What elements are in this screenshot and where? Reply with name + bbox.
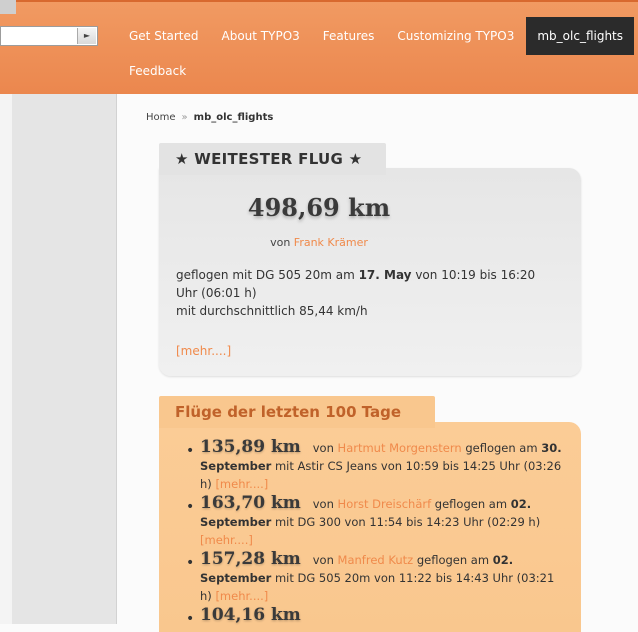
bullet-icon: •	[186, 611, 195, 627]
flight-item: • 157,28 km von Manfred Kutz geflogen am …	[172, 550, 562, 605]
breadcrumb: Home » mb_olc_flights	[146, 112, 273, 123]
nav-item-mb-olc-flights[interactable]: mb_olc_flights	[526, 17, 635, 55]
dropdown-arrow-icon[interactable]: ►	[77, 28, 96, 44]
von-label: von	[270, 236, 291, 249]
top-flight-distance: 498,69 km	[247, 193, 391, 222]
flight-more-link[interactable]: [mehr....]	[200, 533, 253, 547]
flight-distance: 104,16 km	[200, 605, 301, 625]
flight-item: • 104,16 km	[172, 605, 562, 627]
breadcrumb-separator: »	[181, 112, 188, 123]
flight-more-link[interactable]: [mehr....]	[215, 477, 268, 491]
breadcrumb-current: mb_olc_flights	[193, 112, 274, 123]
corner-block	[0, 0, 16, 14]
flight-text-a: geflogen am	[413, 553, 493, 567]
top-flight-date: 17. May	[358, 268, 412, 282]
sidebar	[0, 94, 117, 624]
top-flight-description: geflogen mit DG 505 20m am 17. May von 1…	[176, 266, 558, 320]
flight-item: • 163,70 km von Horst Dreischärf geflogen…	[172, 494, 562, 549]
top-flight-desc-a: geflogen mit DG 505 20m am	[176, 268, 359, 282]
bullet-icon: •	[186, 443, 195, 459]
flight-item: • 135,89 km von Hartmut Morgenstern geflo…	[172, 438, 562, 493]
flight-pilot-link[interactable]: Hartmut Morgenstern	[338, 441, 462, 455]
top-flight-title: ★ WEITESTER FLUG ★	[159, 143, 386, 175]
flight-more-link[interactable]: [mehr....]	[215, 589, 268, 603]
flight-text-a: geflogen am	[461, 441, 542, 455]
top-flight-pilot-line: von Frank Krämer	[0, 236, 638, 249]
flight-text-b: mit DG 300 von 11:54 bis 14:23 Uhr (02:2…	[271, 515, 541, 529]
flight-von: von	[312, 441, 334, 455]
recent-flights-list: • 135,89 km von Hartmut Morgenstern geflo…	[172, 438, 562, 627]
flight-pilot-link[interactable]: Manfred Kutz	[338, 553, 414, 567]
bullet-icon: •	[186, 499, 195, 515]
nav-item-get-started[interactable]: Get Started	[118, 17, 211, 55]
breadcrumb-home[interactable]: Home	[146, 112, 176, 123]
flight-text-a: geflogen am	[431, 497, 511, 511]
flight-pilot-link[interactable]: Horst Dreischärf	[338, 497, 432, 511]
nav-item-features[interactable]: Features	[312, 17, 387, 55]
top-flight-pilot-link[interactable]: Frank Krämer	[294, 236, 368, 249]
top-menu: Get Started About TYPO3 Features Customi…	[118, 17, 635, 55]
nav-item-customizing-typo3[interactable]: Customizing TYPO3	[386, 17, 526, 55]
top-flight-more-link[interactable]: [mehr....]	[176, 344, 231, 358]
recent-flights-title: Flüge der letzten 100 Tage	[159, 396, 435, 428]
language-select[interactable]: ►	[0, 26, 98, 46]
top-flight-speed: mit durchschnittlich 85,44 km/h	[176, 304, 368, 318]
bullet-icon: •	[186, 555, 195, 571]
nav-item-about-typo3[interactable]: About TYPO3	[211, 17, 312, 55]
nav-item-feedback[interactable]: Feedback	[129, 64, 186, 78]
flight-distance: 163,70 km	[200, 493, 301, 513]
sidebar-edge	[0, 94, 12, 624]
flight-distance: 157,28 km	[200, 549, 301, 569]
flight-von: von	[312, 553, 334, 567]
flight-distance: 135,89 km	[200, 437, 301, 457]
flight-von: von	[312, 497, 334, 511]
